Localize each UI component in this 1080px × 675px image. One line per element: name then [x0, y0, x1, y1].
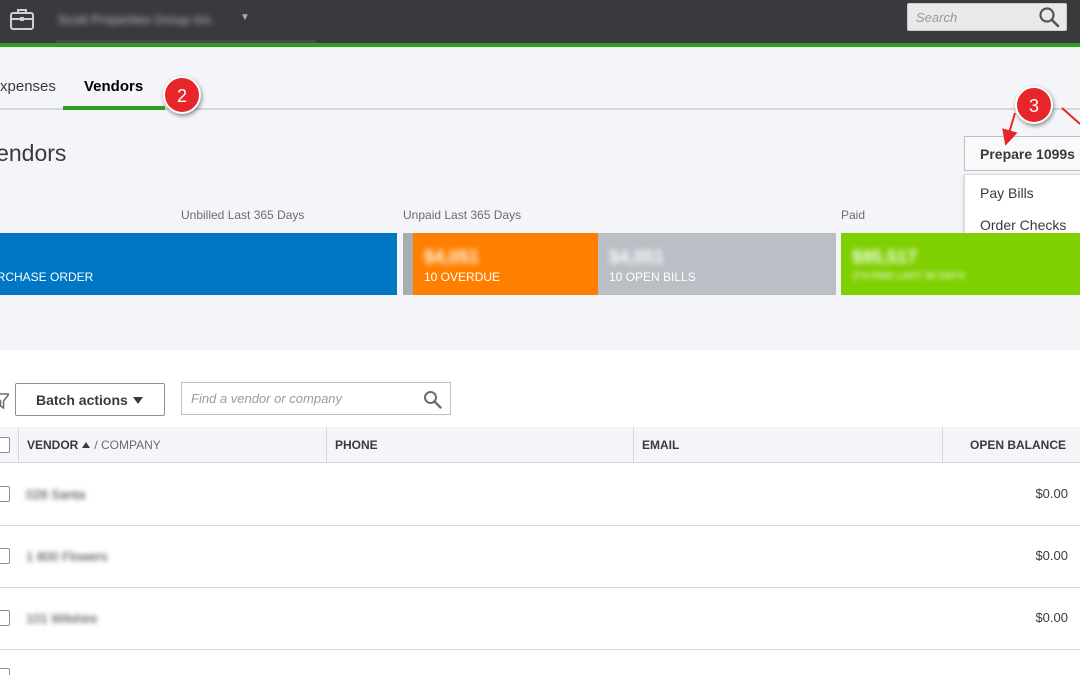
column-divider — [942, 427, 943, 463]
segment-overdue[interactable]: $4,051 10 OVERDUE — [413, 233, 598, 295]
menu-item-pay-bills[interactable]: Pay Bills — [980, 185, 1034, 201]
row-checkbox[interactable] — [0, 610, 10, 626]
table-row[interactable]: 1 800 Flowers $0.00 — [0, 526, 1080, 588]
menu-item-order-checks[interactable]: Order Checks — [980, 217, 1066, 233]
row-checkbox[interactable] — [0, 668, 10, 675]
table-row[interactable]: 028 Santa $0.00 — [0, 464, 1080, 526]
column-header-open-balance[interactable]: OPEN BALANCE — [970, 438, 1066, 452]
more-actions-menu: Pay Bills Order Checks — [964, 174, 1080, 242]
page-title: Vendors — [0, 140, 67, 166]
segment-amount: $4,051 — [609, 247, 665, 267]
company-name[interactable]: Scott Properties Group Inc. — [58, 12, 238, 28]
vendor-name-link[interactable]: 101 Wilshire — [26, 611, 98, 626]
select-all-checkbox[interactable] — [0, 437, 10, 453]
label-paid: Paid — [841, 208, 866, 222]
column-divider — [18, 427, 19, 463]
sort-ascending-icon — [82, 442, 91, 449]
table-header — [0, 427, 1080, 463]
segment-caption: 274 PAID LAST 30 DAYS — [852, 271, 965, 282]
segment-caption: 10 OVERDUE — [424, 270, 501, 284]
batch-actions-button[interactable]: Batch actions — [15, 383, 165, 416]
label-unbilled: Unbilled Last 365 Days — [181, 208, 305, 222]
caret-down-icon — [133, 397, 143, 404]
tab-vendors[interactable]: Vendors — [84, 78, 143, 95]
search-icon[interactable] — [423, 390, 442, 409]
tab-active-indicator — [63, 106, 165, 110]
tabs-area — [0, 47, 1080, 109]
open-balance-value: $0.00 — [1035, 486, 1068, 501]
label-unpaid: Unpaid Last 365 Days — [403, 208, 522, 222]
column-header-email[interactable]: EMAIL — [642, 438, 679, 452]
vendor-search[interactable] — [181, 382, 451, 415]
column-divider — [326, 427, 327, 463]
row-checkbox[interactable] — [0, 548, 10, 564]
vendor-header-label: VENDOR — [27, 438, 79, 452]
global-search-input[interactable] — [908, 4, 1036, 30]
segment-paid[interactable]: $95,517 274 PAID LAST 30 DAYS — [841, 233, 1080, 295]
prepare-1099s-button[interactable]: Prepare 1099s — [964, 136, 1080, 171]
segment-caption: 10 OPEN BILLS — [609, 270, 696, 284]
batch-actions-label: Batch actions — [36, 391, 128, 408]
company-header-label: / COMPANY — [94, 438, 161, 452]
global-search[interactable] — [907, 3, 1067, 31]
row-checkbox[interactable] — [0, 486, 10, 502]
table-row[interactable]: 101 Wilshire $0.00 — [0, 588, 1080, 650]
step-callout-3: 3 — [1015, 86, 1053, 124]
segment-unpaid-start — [403, 233, 413, 295]
chevron-down-icon[interactable]: ▼ — [240, 12, 250, 23]
segment-caption: PURCHASE ORDER — [0, 270, 94, 284]
briefcase-icon[interactable] — [8, 6, 36, 32]
step-callout-2: 2 — [163, 76, 201, 114]
open-balance-value: $0.00 — [1035, 548, 1068, 563]
open-balance-value: $0.00 — [1035, 610, 1068, 625]
tab-expenses[interactable]: Expenses — [0, 78, 56, 95]
column-header-phone[interactable]: PHONE — [335, 438, 378, 452]
column-header-vendor[interactable]: VENDOR / COMPANY — [27, 438, 161, 452]
filter-icon[interactable] — [0, 393, 9, 409]
segment-amount: $95,517 — [852, 247, 918, 267]
search-icon[interactable] — [1038, 6, 1060, 28]
callout-arrow-offscreen — [1061, 107, 1080, 125]
segment-amount: $4,051 — [424, 247, 480, 267]
segment-purchase-order[interactable]: PURCHASE ORDER — [0, 233, 397, 295]
vendor-name-link[interactable]: 1 800 Flowers — [26, 549, 108, 564]
vendor-search-input[interactable] — [182, 383, 418, 414]
segment-open-bills[interactable]: $4,051 10 OPEN BILLS — [598, 233, 836, 295]
vendor-name-link[interactable]: 028 Santa — [26, 487, 85, 502]
column-divider — [633, 427, 634, 463]
top-navigation-bar: Scott Properties Group Inc. ▼ — [0, 0, 1080, 43]
